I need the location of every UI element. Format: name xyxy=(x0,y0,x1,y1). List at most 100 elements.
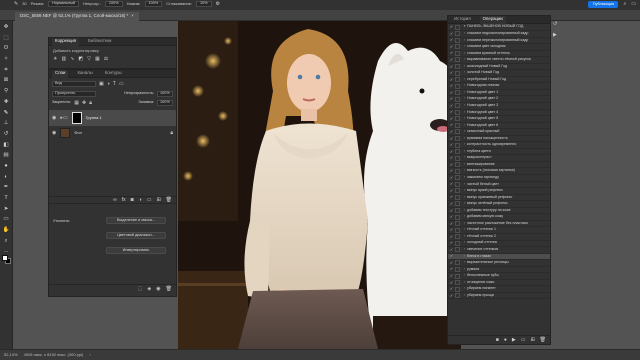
balance-icon[interactable]: ⚖ xyxy=(104,57,108,62)
dialog-toggle-box[interactable] xyxy=(455,90,460,96)
dialog-toggle-box[interactable] xyxy=(455,142,460,148)
check-icon[interactable]: ✓ xyxy=(448,169,455,173)
opacity-field[interactable]: 100% xyxy=(104,1,123,7)
dialog-toggle-box[interactable] xyxy=(455,50,460,56)
more-tools-icon[interactable]: … xyxy=(3,249,9,255)
new-group-icon[interactable]: ▭ xyxy=(147,197,152,203)
publish-button[interactable]: Публикация xyxy=(588,1,619,8)
check-icon[interactable]: ✓ xyxy=(448,293,455,298)
layer-mask-thumbnail[interactable] xyxy=(71,112,82,124)
check-icon[interactable]: ✓ xyxy=(448,195,455,199)
zoom-level[interactable]: 52,14% xyxy=(4,353,18,357)
filter-image-icon[interactable]: ▣ xyxy=(99,81,104,87)
check-icon[interactable]: ✓ xyxy=(448,241,455,245)
workspace-icon[interactable]: ▭ xyxy=(631,2,636,7)
eraser-tool-icon[interactable]: ◧ xyxy=(3,142,8,148)
check-icon[interactable]: ✓ xyxy=(448,143,455,147)
crop-tool-icon[interactable]: ⌗ xyxy=(4,67,7,73)
dialog-toggle-box[interactable] xyxy=(455,221,460,227)
apply-mask-icon[interactable]: ◈ xyxy=(147,287,151,292)
tab-layers[interactable]: Слои xyxy=(52,69,69,78)
hand-tool-icon[interactable]: ✋ xyxy=(3,227,10,233)
select-and-mask-button[interactable]: Выделение и маска... xyxy=(106,217,166,224)
check-icon[interactable]: ✓ xyxy=(448,110,455,114)
dialog-toggle-box[interactable] xyxy=(455,103,460,109)
tab-paths[interactable]: Контуры xyxy=(102,70,125,78)
layer-row-group[interactable]: ◉ ▸▭ Группа 1 xyxy=(49,110,176,126)
vibrance-icon[interactable]: ▽ xyxy=(87,57,91,62)
actions-panel-icon[interactable]: ▶ xyxy=(553,33,561,38)
check-icon[interactable]: ✓ xyxy=(448,280,455,285)
brush-tool-icon-side[interactable]: ✎ xyxy=(4,110,9,116)
delete-mask-icon[interactable]: 🗑︎ xyxy=(166,287,172,292)
record-icon[interactable]: ● xyxy=(504,337,507,343)
layer-row-background[interactable]: ◉ Фон 🔒︎ xyxy=(49,126,176,140)
dialog-toggle-box[interactable] xyxy=(455,129,460,135)
dialog-toggle-box[interactable] xyxy=(455,44,460,50)
check-icon[interactable]: ✓ xyxy=(448,51,455,55)
check-icon[interactable]: ✓ xyxy=(448,201,455,206)
move-tool-icon[interactable]: ✥ xyxy=(4,24,9,30)
check-icon[interactable]: ✓ xyxy=(448,287,455,291)
check-icon[interactable]: ✓ xyxy=(448,274,455,278)
dialog-toggle-box[interactable] xyxy=(455,57,460,63)
blur-tool-icon[interactable]: ● xyxy=(4,163,7,169)
visibility-eye-icon-bg[interactable]: ◉ xyxy=(52,130,56,136)
check-icon[interactable]: ✓ xyxy=(448,123,455,127)
dialog-toggle-box[interactable] xyxy=(455,162,460,168)
lock-all-icon[interactable]: 🔒︎ xyxy=(89,100,92,106)
dialog-toggle-box[interactable] xyxy=(455,240,460,246)
dialog-toggle-box[interactable] xyxy=(455,201,460,207)
check-icon[interactable]: ✓ xyxy=(448,267,455,271)
check-icon[interactable]: ✓ xyxy=(448,188,455,193)
dialog-toggle-box[interactable] xyxy=(455,293,460,299)
curves-icon[interactable]: ∿ xyxy=(70,57,74,62)
gradient-tool-icon[interactable]: ▤ xyxy=(3,153,8,159)
check-icon[interactable]: ✓ xyxy=(448,260,455,265)
check-icon[interactable]: ✓ xyxy=(448,103,455,108)
filter-adjust-icon[interactable]: ◑ xyxy=(107,81,110,87)
check-icon[interactable]: ✓ xyxy=(448,71,455,75)
tab-actions[interactable]: Операции xyxy=(479,15,506,24)
filter-text-icon[interactable]: T xyxy=(113,81,116,87)
dialog-toggle-box[interactable] xyxy=(455,214,460,220)
lock-pixels-icon[interactable]: ▦ xyxy=(74,100,79,106)
adjust-layer-icon[interactable]: ◑ xyxy=(139,197,142,203)
search-icon[interactable]: ⌕ xyxy=(623,2,626,7)
stamp-tool-icon[interactable]: ⊥ xyxy=(4,120,9,126)
tab-history[interactable]: История xyxy=(451,16,474,24)
dialog-toggle-box[interactable] xyxy=(455,266,460,272)
check-icon[interactable]: ✓ xyxy=(448,254,455,258)
flow-field[interactable]: 100% xyxy=(144,1,163,7)
brush-size-value[interactable]: 30 xyxy=(22,2,26,6)
check-icon[interactable]: ✓ xyxy=(448,44,455,49)
dialog-toggle-box[interactable] xyxy=(455,194,460,200)
dialog-toggle-box[interactable] xyxy=(455,253,460,259)
dialog-toggle-box[interactable] xyxy=(455,24,460,30)
action-set-row[interactable]: ✓ ▾ ПАНЕЛЬ ЭКШЕНОВ НОВЫЙ ГОД xyxy=(448,24,550,31)
action-item[interactable]: ✓ › убираем прыщи xyxy=(448,293,550,300)
invert-button[interactable]: Инвертировать xyxy=(106,247,166,254)
dialog-toggle-box[interactable] xyxy=(455,181,460,187)
check-icon[interactable]: ✓ xyxy=(448,116,455,121)
check-icon[interactable]: ✓ xyxy=(448,175,455,180)
tab-channels[interactable]: Каналы xyxy=(74,70,95,78)
check-icon[interactable]: ✓ xyxy=(448,156,455,160)
layer-name-group[interactable]: Группа 1 xyxy=(86,116,102,120)
trash-icon[interactable]: 🗑︎ xyxy=(166,197,172,203)
smoothing-field[interactable]: 10% xyxy=(196,1,212,7)
check-icon[interactable]: ✓ xyxy=(448,129,455,134)
dialog-toggle-box[interactable] xyxy=(455,83,460,89)
dialog-toggle-box[interactable] xyxy=(455,116,460,122)
dialog-toggle-box[interactable] xyxy=(455,280,460,286)
check-icon[interactable]: ✓ xyxy=(448,162,455,167)
tab-adjustments[interactable]: Коррекция xyxy=(52,37,80,46)
dialog-toggle-box[interactable] xyxy=(455,109,460,115)
layer-opacity-field[interactable]: 100% xyxy=(157,91,173,97)
mode-select[interactable]: Нормальный xyxy=(48,1,79,7)
path-select-icon[interactable]: ➤ xyxy=(4,206,9,212)
hue-icon[interactable]: ▦ xyxy=(95,57,100,62)
dialog-toggle-box[interactable] xyxy=(455,247,460,253)
zoom-tool-icon[interactable]: ⌕ xyxy=(4,238,7,244)
dialog-toggle-box[interactable] xyxy=(455,77,460,83)
